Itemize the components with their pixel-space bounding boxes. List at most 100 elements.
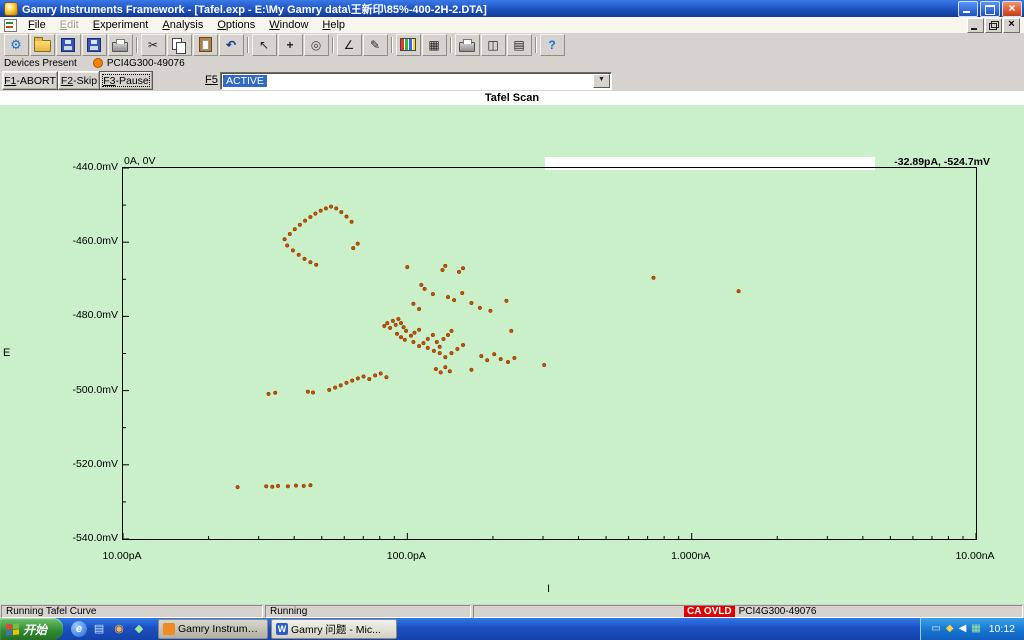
- cut-icon: ✂: [147, 37, 159, 52]
- undo-button[interactable]: ↶: [218, 33, 244, 56]
- toolbar-separator: [247, 36, 248, 53]
- printer-icon[interactable]: ▭: [931, 624, 940, 634]
- fkey-pause-button[interactable]: F3 -Pause: [99, 71, 153, 90]
- save-button[interactable]: [55, 33, 81, 56]
- crosshair-tool-button[interactable]: +: [277, 33, 303, 56]
- f5-label: F5: [205, 74, 218, 86]
- toolbar: ⚙ ✂ ↶ ↖ + ◎ ∠ ✎ ▦ ◫ ▤?: [0, 33, 1024, 57]
- title-bar: Gamry Instruments Framework - [Tafel.exp…: [0, 0, 1024, 17]
- print-button[interactable]: [107, 33, 133, 56]
- show-desktop-icon[interactable]: ▤: [91, 621, 107, 637]
- toolbar-separator: [136, 36, 137, 53]
- undo-icon: ↶: [225, 37, 237, 52]
- x-tick-label: 100.0pA: [386, 550, 426, 562]
- slope-tool-button[interactable]: ∠: [336, 33, 362, 56]
- task-icon: W: [276, 623, 289, 635]
- y-axis-label: E: [3, 347, 11, 359]
- copy-button[interactable]: [166, 33, 192, 56]
- open-file-button[interactable]: [29, 33, 55, 56]
- setup-button[interactable]: ⚙: [3, 33, 29, 56]
- cut-button[interactable]: ✂: [140, 33, 166, 56]
- devices-label: Devices Present: [4, 57, 77, 69]
- document-icon: [4, 18, 17, 32]
- menu-window[interactable]: Window: [262, 18, 315, 32]
- task-label: Gamry 问题 - Mic...: [291, 623, 381, 636]
- minimize-button[interactable]: [958, 0, 978, 17]
- grid-icon: ▦: [428, 37, 440, 52]
- security-icon[interactable]: ◆: [946, 624, 954, 634]
- help-icon: ?: [548, 37, 556, 52]
- x-tick-label: 1.000nA: [671, 550, 711, 562]
- y-tick-label: -500.0mV: [72, 383, 118, 396]
- status-device: PCI4G300-49076: [738, 606, 817, 617]
- y-tick-label: -440.0mV: [72, 161, 118, 173]
- tile-icon: ▤: [513, 37, 525, 52]
- y-tick-label: -460.0mV: [72, 235, 118, 248]
- window-title: Gamry Instruments Framework - [Tafel.exp…: [22, 3, 487, 16]
- help-button[interactable]: ?: [539, 33, 565, 56]
- menu-analysis[interactable]: Analysis: [155, 18, 210, 32]
- status-state: Running: [270, 606, 308, 617]
- toolbar-separator: [391, 36, 392, 53]
- fkey-abort-button[interactable]: F1 -ABORT: [2, 71, 58, 90]
- print-preview-button[interactable]: [454, 33, 480, 56]
- x-axis-label: I: [546, 583, 551, 595]
- folder-icon: [33, 37, 51, 52]
- mdi-close-button[interactable]: [1003, 17, 1020, 33]
- gear-icon: ⚙: [10, 37, 22, 52]
- internet-explorer-icon[interactable]: e: [71, 621, 88, 637]
- toolbar-separator: [535, 36, 536, 53]
- app-icon: [4, 1, 18, 16]
- network-icon[interactable]: ▦: [971, 624, 980, 634]
- slope-icon: ∠: [343, 37, 355, 52]
- menu-bar: File Edit Experiment Analysis Options Window H…: [0, 17, 1024, 34]
- close-button[interactable]: [1002, 0, 1022, 17]
- mdi-restore-button[interactable]: [985, 17, 1002, 33]
- pencil-icon: ✎: [369, 37, 381, 52]
- toolbar-separator: [332, 36, 333, 53]
- f5-combobox[interactable]: ACTIVE: [220, 72, 612, 90]
- chevron-down-icon[interactable]: [593, 74, 610, 88]
- fkey-skip-button[interactable]: F2 -Skip: [58, 71, 100, 90]
- windows-logo-icon: [6, 622, 19, 636]
- overload-badge: CA OVLD: [684, 606, 735, 617]
- menu-options[interactable]: Options: [210, 18, 262, 32]
- scatter-points: [235, 204, 741, 490]
- printer-icon: [459, 38, 475, 52]
- messenger-icon[interactable]: ◆: [131, 621, 147, 637]
- status-task: Running Tafel Curve: [6, 606, 97, 617]
- volume-icon[interactable]: ◀: [959, 624, 967, 634]
- mdi-minimize-button[interactable]: [967, 17, 984, 33]
- zoom-tool-button[interactable]: ◎: [303, 33, 329, 56]
- pointer-tool-button[interactable]: ↖: [251, 33, 277, 56]
- media-player-icon[interactable]: ◉: [111, 621, 127, 637]
- crosshair-icon: +: [286, 37, 294, 52]
- floppy-icon: [61, 37, 75, 52]
- menu-help[interactable]: Help: [315, 18, 352, 32]
- save-all-button[interactable]: [81, 33, 107, 56]
- split-icon: ◫: [487, 37, 499, 52]
- tafel-plot-area[interactable]: [122, 167, 977, 540]
- chart-title: Tafel Scan: [484, 92, 540, 104]
- taskbar-task-1[interactable]: Gamry Instrument...: [158, 619, 269, 639]
- menu-file[interactable]: File: [21, 18, 53, 32]
- chart-icon: [400, 38, 416, 51]
- status-bar: Running Tafel Curve Running CA OVLD PCI4…: [0, 604, 1024, 618]
- taskbar-task-2[interactable]: W Gamry 问题 - Mic...: [271, 619, 398, 639]
- start-label: 开始: [23, 622, 48, 637]
- menu-experiment[interactable]: Experiment: [86, 18, 156, 32]
- paste-button[interactable]: [192, 33, 218, 56]
- start-button[interactable]: 开始: [0, 618, 64, 640]
- annotate-tool-button[interactable]: ✎: [362, 33, 388, 56]
- chart-setup-button[interactable]: [395, 33, 421, 56]
- grid-toggle-button[interactable]: ▦: [421, 33, 447, 56]
- tile-window-button[interactable]: ▤: [506, 33, 532, 56]
- y-tick-label: -480.0mV: [72, 309, 118, 322]
- chart-region: 0A, 0V -32.89pA, -524.7mV E I 10.00pA 100…: [0, 105, 1024, 604]
- split-window-button[interactable]: ◫: [480, 33, 506, 56]
- application-window: Gamry Instruments Framework - [Tafel.exp…: [0, 0, 1024, 640]
- y-tick-label: -540.0mV: [72, 532, 118, 544]
- origin-readout: 0A, 0V: [124, 155, 156, 167]
- maximize-button[interactable]: [980, 0, 1000, 17]
- x-tick-label: 10.00nA: [955, 550, 995, 562]
